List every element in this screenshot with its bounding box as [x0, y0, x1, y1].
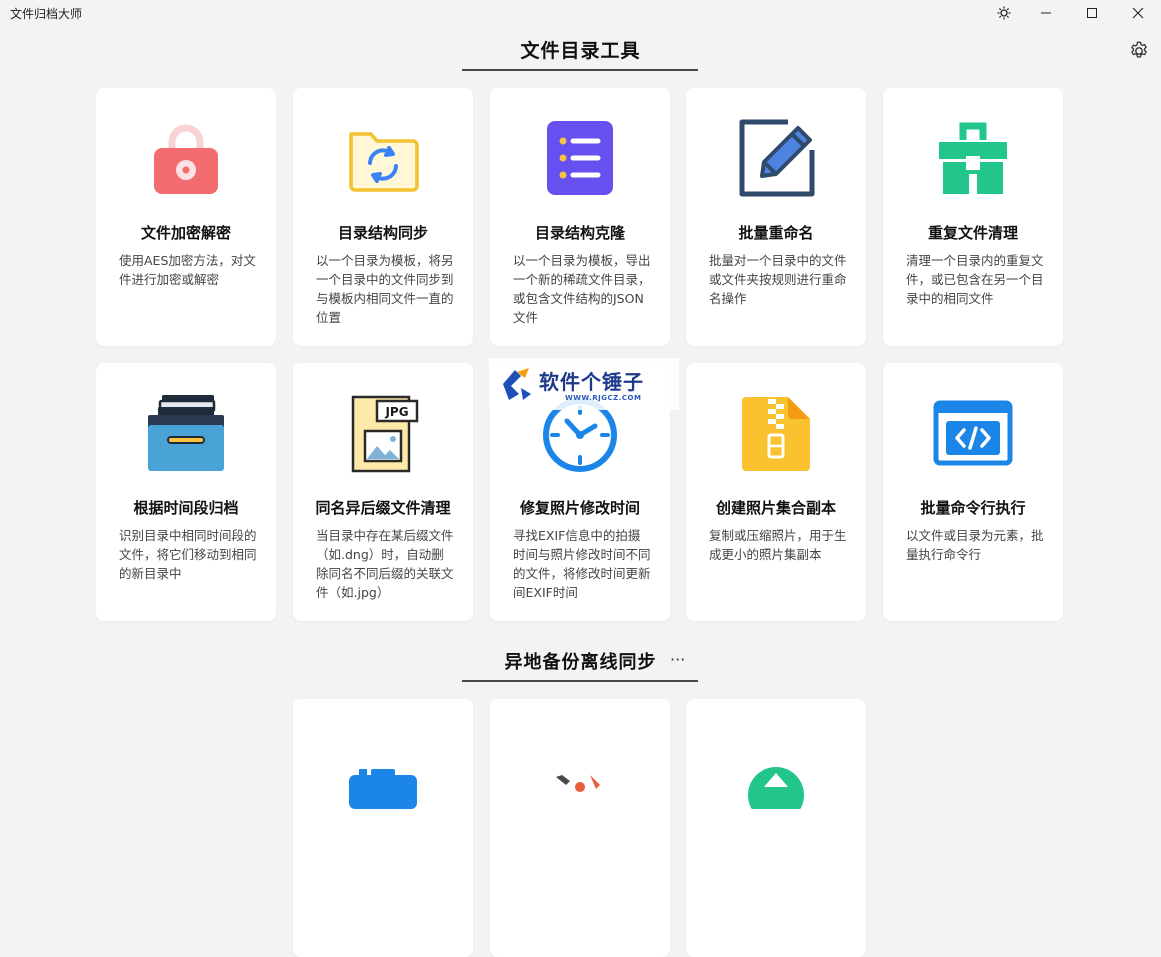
code-window-icon — [933, 400, 1013, 466]
card-title: 根据时间段归档 — [133, 499, 239, 517]
maximize-icon — [1087, 8, 1097, 18]
zip-file-icon — [742, 397, 810, 471]
section-title-tools: 文件目录工具 — [520, 40, 641, 62]
jpg-file-icon: JPG — [351, 395, 419, 473]
card-time-archive[interactable]: 根据时间段归档 识别目录中相同时间段的文件，将它们移动到相同的新目录中 — [96, 363, 276, 621]
card-batch-command[interactable]: 批量命令行执行 以文件或目录为元素，批量执行命令行 — [883, 363, 1063, 621]
sun-icon — [997, 6, 1011, 20]
card-description: 以一个目录为模板，导出一个新的稀疏文件目录，或包含文件结构的JSON文件 — [513, 253, 651, 325]
close-icon — [1132, 7, 1144, 19]
section-divider — [462, 680, 698, 682]
card-description: 当目录中存在某后缀文件（如.dng）时，自动删除同名不同后缀的关联文件（如.jp… — [316, 528, 454, 600]
title-bar: 文件归档大师 — [0, 0, 1161, 26]
card-description: 清理一个目录内的重复文件，或已包含在另一个目录中的相同文件 — [906, 253, 1044, 306]
svg-text:JPG: JPG — [384, 405, 408, 419]
edit-icon — [739, 119, 815, 197]
card-photo-collection[interactable]: 创建照片集合副本 复制或压缩照片，用于生成更小的照片集副本 — [686, 363, 866, 621]
minimize-button[interactable] — [1023, 0, 1069, 26]
card-title: 目录结构同步 — [337, 224, 428, 242]
watermark-logo-icon — [503, 368, 531, 400]
folder-sync-icon — [349, 132, 419, 192]
card-backup-1[interactable] — [293, 699, 473, 957]
toolbox-icon — [939, 122, 1007, 194]
card-title: 同名异后缀文件清理 — [315, 499, 451, 517]
maximize-button[interactable] — [1069, 0, 1115, 26]
card-description: 复制或压缩照片，用于生成更小的照片集副本 — [709, 528, 847, 562]
card-backup-2[interactable] — [490, 699, 670, 957]
card-duplicate-cleanup[interactable]: 重复文件清理 清理一个目录内的重复文件，或已包含在另一个目录中的相同文件 — [883, 88, 1063, 346]
list-icon — [547, 121, 613, 195]
card-description: 以文件或目录为元素，批量执行命令行 — [906, 528, 1044, 562]
card-description: 识别目录中相同时间段的文件，将它们移动到相同的新目录中 — [119, 528, 257, 581]
section-title-backup: 异地备份离线同步 — [504, 652, 657, 673]
lock-icon — [154, 124, 218, 194]
card-title: 创建照片集合副本 — [715, 499, 836, 517]
card-batch-rename[interactable]: 批量重命名 批量对一个目录中的文件或文件夹按规则进行重命名操作 — [686, 88, 866, 346]
card-title: 修复照片修改时间 — [519, 499, 640, 517]
card-dir-sync[interactable]: 目录结构同步 以一个目录为模板，将另一个目录中的文件同步到与模板内相同文件一直的… — [293, 88, 473, 346]
close-button[interactable] — [1115, 0, 1161, 26]
archive-box-icon — [148, 395, 224, 471]
watermark: 软件个锤子 WWW.RJGCZ.COM — [489, 358, 679, 410]
card-description: 以一个目录为模板，将另一个目录中的文件同步到与模板内相同文件一直的位置 — [316, 253, 454, 325]
more-options-button[interactable]: ··· — [670, 650, 685, 669]
card-title: 批量命令行执行 — [920, 499, 1026, 517]
card-title: 文件加密解密 — [140, 224, 231, 242]
minimize-icon — [1041, 12, 1051, 14]
card-description: 使用AES加密方法，对文件进行加密或解密 — [119, 253, 256, 287]
card-description: 寻找EXIF信息中的拍摄时间与照片修改时间不同的文件，将修改时间更新间EXIF时… — [513, 528, 651, 600]
tools-icon — [556, 775, 600, 792]
card-description: 批量对一个目录中的文件或文件夹按规则进行重命名操作 — [709, 253, 847, 306]
card-suffix-cleanup[interactable]: JPG 同名异后缀文件清理 当目录中存在某后缀文件（如.dng）时，自动删除同名… — [293, 363, 473, 621]
watermark-text: 软件个锤子 — [539, 370, 644, 394]
card-backup-3[interactable] — [686, 699, 866, 957]
card-encrypt[interactable]: 文件加密解密 使用AES加密方法，对文件进行加密或解密 — [96, 88, 276, 346]
camera-icon — [349, 769, 417, 809]
theme-toggle-button[interactable] — [981, 0, 1027, 26]
watermark-url: WWW.RJGCZ.COM — [565, 394, 642, 402]
card-dir-clone[interactable]: 目录结构克隆 以一个目录为模板，导出一个新的稀疏文件目录，或包含文件结构的JSO… — [490, 88, 670, 346]
card-title: 重复文件清理 — [927, 224, 1018, 242]
app-title: 文件归档大师 — [10, 7, 83, 21]
card-title: 批量重命名 — [738, 224, 814, 242]
upload-circle-icon — [748, 767, 804, 809]
section-divider — [462, 69, 698, 71]
card-title: 目录结构克隆 — [534, 224, 625, 242]
